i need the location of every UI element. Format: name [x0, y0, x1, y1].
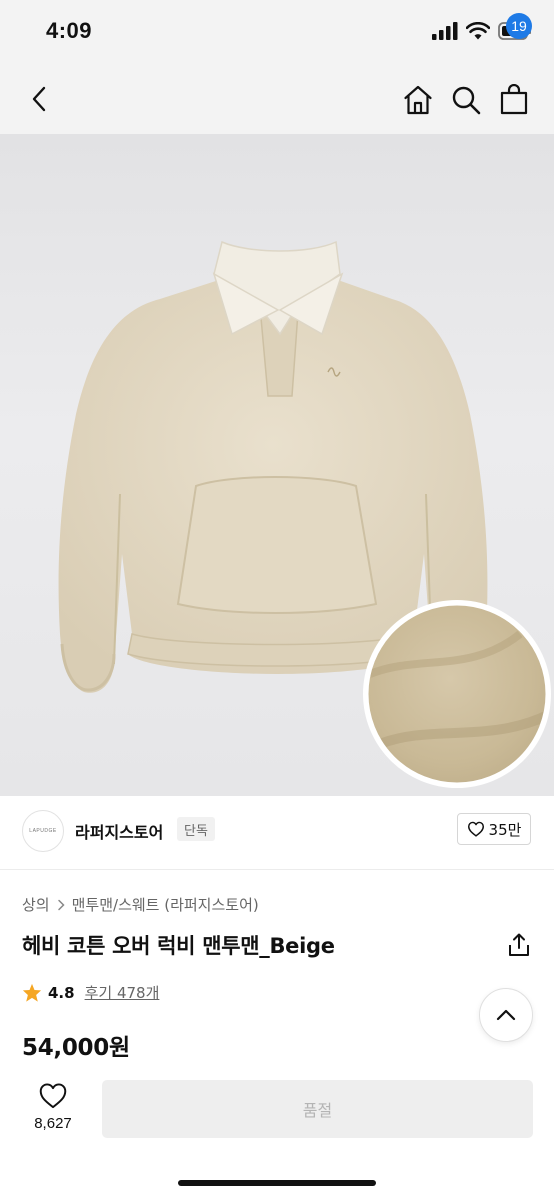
- heart-icon: [467, 821, 484, 837]
- rating-row: 4.8 후기 478개: [22, 982, 159, 1003]
- breadcrumb-category[interactable]: 상의: [22, 894, 50, 915]
- home-indicator: [178, 1180, 376, 1186]
- store-row: LAPUDGE 라퍼지스토어 단독 35만: [0, 796, 554, 870]
- store-logo[interactable]: LAPUDGE: [22, 810, 64, 852]
- wifi-icon: [466, 22, 490, 40]
- store-tag-badge: 단독: [177, 817, 215, 841]
- sweatshirt-illustration: [58, 240, 551, 788]
- star-icon: [22, 983, 42, 1002]
- status-time: 4:09: [46, 18, 93, 43]
- store-like-button[interactable]: 35만: [457, 813, 531, 845]
- cellular-signal-icon: [432, 22, 458, 40]
- chevron-up-icon: [496, 1009, 516, 1021]
- back-button[interactable]: [24, 84, 54, 114]
- product-title: 헤비 코튼 오버 럭비 맨투맨_Beige: [22, 934, 335, 958]
- search-icon[interactable]: [450, 84, 482, 116]
- share-icon[interactable]: [506, 932, 532, 958]
- status-bar: 4:09: [0, 0, 554, 66]
- home-icon[interactable]: [402, 84, 434, 116]
- rating-value: 4.8: [48, 983, 75, 1002]
- chevron-right-icon: [57, 899, 65, 910]
- store-logo-text: LAPUDGE: [29, 828, 57, 834]
- store-name[interactable]: 라퍼지스토어: [75, 819, 163, 843]
- nav-bar: [0, 66, 554, 134]
- product-price: 54,000원: [22, 1035, 130, 1061]
- shopping-bag-icon[interactable]: [498, 84, 530, 116]
- cart-badge: 19: [506, 13, 532, 39]
- scroll-top-button[interactable]: [479, 988, 533, 1042]
- sold-out-button[interactable]: 품절: [102, 1080, 533, 1138]
- review-count-link[interactable]: 후기 478개: [85, 982, 160, 1003]
- store-like-count: 35만: [488, 820, 522, 839]
- breadcrumb: 상의 맨투맨/스웨트 (라퍼지스토어): [22, 894, 259, 915]
- heart-icon: [39, 1083, 67, 1109]
- bottom-like-count: 8,627: [34, 1115, 72, 1132]
- chevron-left-icon: [32, 86, 46, 112]
- breadcrumb-subcategory[interactable]: 맨투맨/스웨트 (라퍼지스토어): [72, 894, 259, 915]
- product-image[interactable]: [0, 134, 554, 796]
- bottom-like-button[interactable]: 8,627: [24, 1082, 82, 1138]
